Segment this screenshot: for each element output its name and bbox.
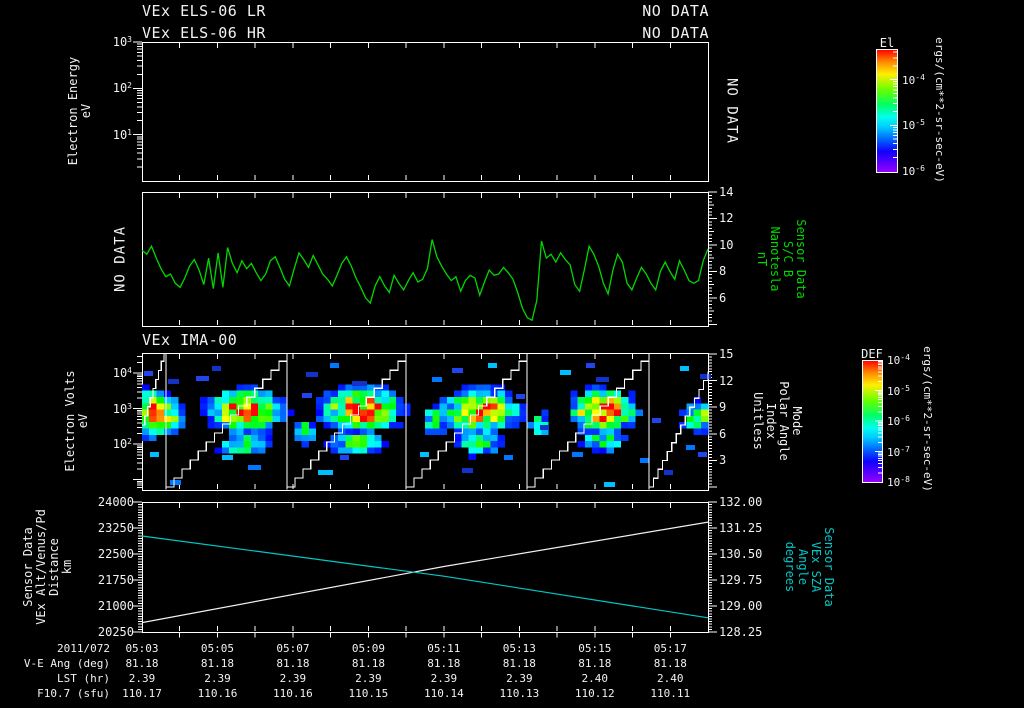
panel1-title-lr: VEx ELS-06 LR — [142, 2, 266, 20]
lst-value: 2.39 — [355, 672, 382, 685]
panel2-y-tick-label: 12 — [719, 211, 734, 226]
panel1-status-lr: NO DATA — [642, 2, 709, 20]
row-label-ve-ang: V-E Ang (deg) — [23, 657, 110, 670]
panel4-left-tick-label: 20250 — [97, 625, 134, 639]
ve-ang-value: 81.18 — [502, 657, 536, 670]
panel1-status-hr: NO DATA — [642, 24, 709, 42]
panel4-left-tick-label: 24000 — [97, 495, 134, 509]
panel3-y-axis-label: Electron Volts eV — [63, 370, 90, 472]
time-tick-label: 05:05 — [200, 642, 235, 655]
row-label-lst: LST (hr) — [57, 672, 110, 685]
panel4-left-tick-label: 22500 — [97, 547, 134, 561]
panel4-right-tick-label: 130.50 — [719, 547, 763, 561]
ve-ang-value: 81.18 — [200, 657, 235, 670]
time-tick-label: 05:07 — [276, 642, 310, 655]
panel3-y-tick-label: 103 — [112, 401, 132, 416]
colorbar-el-units: ergs/(cm**2-sr-sec-eV) — [933, 37, 946, 183]
panel2-y-tick-label: 8 — [719, 264, 727, 279]
panel1-y-tick-label: 102 — [112, 81, 132, 96]
lst-value: 2.39 — [128, 672, 156, 685]
colorbar-el-tick-label: 10-5 — [902, 118, 925, 133]
lst-value: 2.39 — [430, 672, 458, 685]
panel3-right-tick-label: 15 — [719, 347, 734, 361]
plot-window: VEx ELS-06 LR VEx ELS-06 HR NO DATA NO D… — [0, 0, 1024, 708]
lst-value: 2.39 — [506, 672, 533, 685]
f107-value: 110.16 — [273, 687, 313, 700]
panel4-right-tick-label: 128.25 — [719, 625, 763, 639]
lst-value: 2.40 — [581, 672, 609, 685]
panel3-right-tick-label: 9 — [719, 400, 727, 415]
panel3-right-tick-label: 12 — [719, 373, 734, 388]
ve-ang-value: 81.18 — [427, 657, 461, 670]
panel1-title-hr: VEx ELS-06 HR — [142, 24, 266, 42]
colorbar-el-tick-label: 10-6 — [902, 164, 925, 179]
panel4-left-tick-label: 21000 — [97, 599, 134, 613]
panel1-y-tick-label: 101 — [112, 127, 132, 142]
panel4-right-tick-label: 131.25 — [719, 521, 763, 535]
f107-value: 110.17 — [122, 687, 162, 700]
panel3-right-axis-label: Mode Polar Angle Index Unitless — [751, 381, 804, 461]
lst-value: 2.40 — [657, 672, 684, 685]
colorbar-def-tick-label: 10-6 — [887, 414, 910, 428]
time-tick-label: 05:03 — [125, 642, 159, 655]
f107-value: 110.16 — [197, 687, 238, 700]
f107-value: 110.14 — [423, 687, 464, 700]
panel3-right-tick-label: 3 — [719, 453, 727, 468]
row-label-f107: F10.7 (sfu) — [37, 687, 110, 700]
colorbar-def-tick-label: 10-5 — [887, 383, 910, 398]
colorbar-def-tick-label: 10-4 — [887, 353, 910, 367]
panel3-y-tick-label: 104 — [112, 366, 132, 381]
panel2-y-tick-label: 6 — [719, 290, 727, 305]
panel1-y-tick-label: 103 — [112, 35, 132, 49]
colorbar-el-tick-label: 10-4 — [902, 72, 925, 87]
panel4-left-tick-label: 23250 — [97, 521, 134, 535]
time-tick-label: 05:15 — [578, 642, 612, 655]
panel2-right-axis-label: Sensor Data S/C B Nanotesla nT — [755, 219, 808, 299]
colorbar-def-tick-label: 10-7 — [887, 444, 910, 459]
panel4-right-tick-label: 132.00 — [719, 495, 763, 509]
ve-ang-value: 81.18 — [653, 657, 687, 670]
panel2-y-tick-label: 14 — [719, 185, 734, 199]
colorbar-def-units: ergs/(cm**2-sr-sec-eV) — [921, 346, 934, 492]
panel3-y-tick-label: 102 — [112, 437, 132, 452]
panel4-right-axis-label: Sensor Data VEx SZA Angle degrees — [783, 527, 836, 607]
ve-ang-value: 81.18 — [125, 657, 159, 670]
f107-value: 110.11 — [650, 687, 691, 700]
colorbar-def-tick-label: 10-8 — [887, 475, 910, 489]
date-label: 2011/072 — [57, 642, 110, 655]
ve-ang-value: 81.18 — [276, 657, 310, 670]
panel3-title: VEx IMA-00 — [142, 331, 238, 349]
time-tick-label: 05:09 — [351, 642, 385, 655]
ve-ang-value: 81.18 — [578, 657, 612, 670]
f107-value: 110.12 — [574, 687, 615, 700]
ve-ang-value: 81.18 — [351, 657, 385, 670]
panel2-nodata-label: NO DATA — [112, 225, 129, 293]
f107-value: 110.13 — [499, 687, 540, 700]
panel4-left-tick-label: 21750 — [97, 573, 134, 587]
panel4-right-tick-label: 129.75 — [719, 573, 763, 587]
time-tick-label: 05:11 — [427, 642, 461, 655]
panel4-right-tick-label: 129.00 — [719, 599, 763, 613]
panel1-y-axis-label: Electron Energy eV — [66, 56, 93, 166]
f107-value: 110.15 — [348, 687, 389, 700]
time-tick-label: 05:13 — [502, 642, 536, 655]
lst-value: 2.39 — [204, 672, 231, 685]
lst-value: 2.39 — [279, 672, 307, 685]
panel4-y-axis-label: Sensor Data VEx Alt/Venus/Pd Distance km — [21, 509, 74, 625]
colorbar-def-title: DEF — [861, 347, 883, 361]
colorbar-el-title: El — [879, 36, 895, 50]
panel1-nodata-label: NO DATA — [723, 77, 740, 145]
time-tick-label: 05:17 — [653, 642, 687, 655]
panel2-y-tick-label: 10 — [719, 237, 734, 252]
panel3-right-tick-label: 6 — [719, 426, 727, 441]
